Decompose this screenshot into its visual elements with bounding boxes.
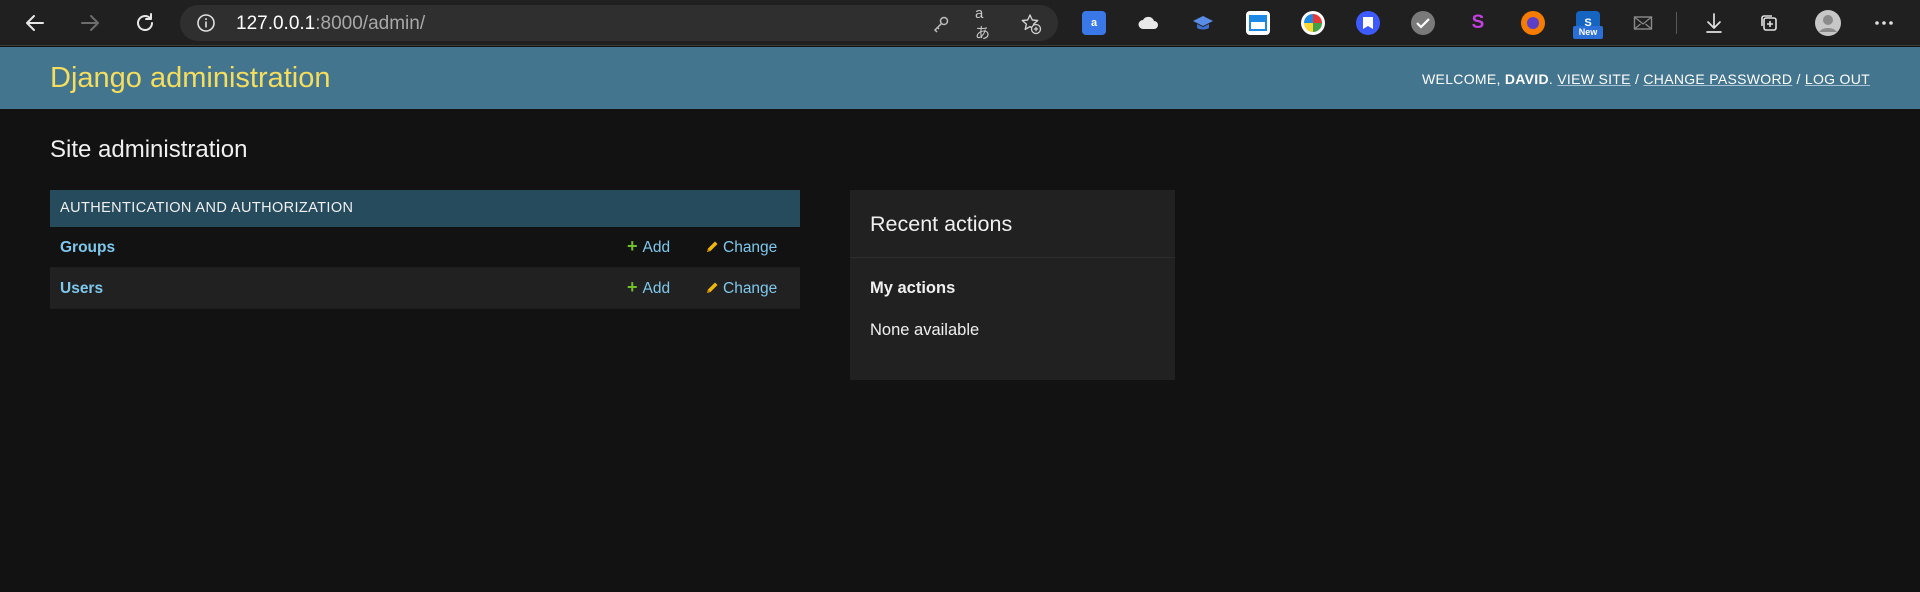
user-tools-sep: / bbox=[1792, 71, 1805, 87]
change-users-link[interactable]: Change bbox=[705, 280, 777, 298]
change-label: Change bbox=[723, 280, 778, 297]
firefox-extension-icon[interactable] bbox=[1521, 11, 1545, 35]
user-tools: WELCOME, DAVID. VIEW SITE / CHANGE PASSW… bbox=[1422, 71, 1870, 87]
favorite-add-icon[interactable] bbox=[1020, 13, 1042, 35]
checkmark-extension-icon[interactable] bbox=[1411, 11, 1435, 35]
log-out-link[interactable]: LOG OUT bbox=[1805, 71, 1870, 87]
add-label: Add bbox=[642, 239, 671, 256]
reload-icon[interactable] bbox=[128, 7, 162, 39]
read-aloud-icon[interactable]: aあ bbox=[975, 5, 997, 42]
model-link-groups[interactable]: Groups bbox=[60, 239, 115, 257]
model-row-groups: Groups + Add Change bbox=[50, 227, 800, 268]
collections-icon[interactable] bbox=[1752, 7, 1786, 39]
user-tools-sep: / bbox=[1630, 71, 1644, 87]
add-label: Add bbox=[642, 280, 671, 297]
site-branding[interactable]: Django administration bbox=[50, 61, 330, 95]
model-link-users[interactable]: Users bbox=[60, 280, 103, 298]
plus-icon: + bbox=[627, 277, 638, 297]
pencil-icon bbox=[707, 282, 718, 293]
no-actions-text: None available bbox=[870, 321, 980, 339]
add-users-link[interactable]: + Add bbox=[627, 277, 671, 298]
module-caption[interactable]: AUTHENTICATION AND AUTHORIZATION bbox=[50, 190, 800, 227]
downloads-icon[interactable] bbox=[1697, 7, 1731, 39]
toolbar-separator bbox=[1676, 12, 1677, 34]
translate-extension-icon[interactable]: a bbox=[1082, 11, 1106, 35]
divider bbox=[850, 257, 1175, 258]
my-actions-heading: My actions bbox=[870, 279, 956, 297]
info-icon[interactable] bbox=[196, 13, 216, 33]
cloud-extension-icon[interactable] bbox=[1136, 11, 1160, 35]
address-bar[interactable]: 127.0.0.1:8000/admin/ aあ bbox=[180, 5, 1058, 42]
change-label: Change bbox=[723, 239, 778, 256]
url-host: 127.0.0.1 bbox=[236, 13, 316, 34]
new-badge: New bbox=[1573, 26, 1603, 39]
welcome-prefix: WELCOME, bbox=[1422, 71, 1505, 87]
view-site-link[interactable]: VIEW SITE bbox=[1557, 71, 1631, 87]
browser-toolbar: 127.0.0.1:8000/admin/ aあ a S S New bbox=[0, 0, 1920, 46]
bookmark-extension-icon[interactable] bbox=[1356, 11, 1380, 35]
page-title: Site administration bbox=[50, 136, 248, 163]
change-groups-link[interactable]: Change bbox=[705, 239, 777, 257]
more-icon[interactable] bbox=[1867, 7, 1901, 39]
username: DAVID bbox=[1504, 71, 1549, 87]
model-row-users: Users + Add Change bbox=[50, 268, 800, 309]
s-extension-icon[interactable]: S bbox=[1466, 11, 1490, 35]
plus-icon: + bbox=[627, 236, 638, 256]
forward-arrow-icon[interactable] bbox=[73, 7, 107, 39]
profile-icon[interactable] bbox=[1811, 7, 1845, 39]
colorful-extension-icon[interactable] bbox=[1301, 11, 1325, 35]
back-arrow-icon[interactable] bbox=[18, 7, 52, 39]
key-icon[interactable] bbox=[930, 13, 952, 35]
address-url[interactable]: 127.0.0.1:8000/admin/ bbox=[236, 14, 425, 34]
window-extension-icon[interactable] bbox=[1246, 11, 1270, 35]
pencil-icon bbox=[707, 241, 718, 252]
add-groups-link[interactable]: + Add bbox=[627, 236, 671, 257]
recent-actions-title: Recent actions bbox=[870, 212, 1013, 236]
mail-extension-icon[interactable] bbox=[1631, 11, 1655, 35]
url-path: :8000/admin/ bbox=[315, 13, 426, 34]
change-password-link[interactable]: CHANGE PASSWORD bbox=[1643, 71, 1792, 87]
recent-actions-module: Recent actions My actions None available bbox=[850, 190, 1175, 380]
mortarboard-extension-icon[interactable] bbox=[1191, 11, 1215, 35]
site-header: Django administration WELCOME, DAVID. VI… bbox=[0, 47, 1920, 109]
app-module-auth: AUTHENTICATION AND AUTHORIZATION Groups … bbox=[50, 190, 800, 309]
